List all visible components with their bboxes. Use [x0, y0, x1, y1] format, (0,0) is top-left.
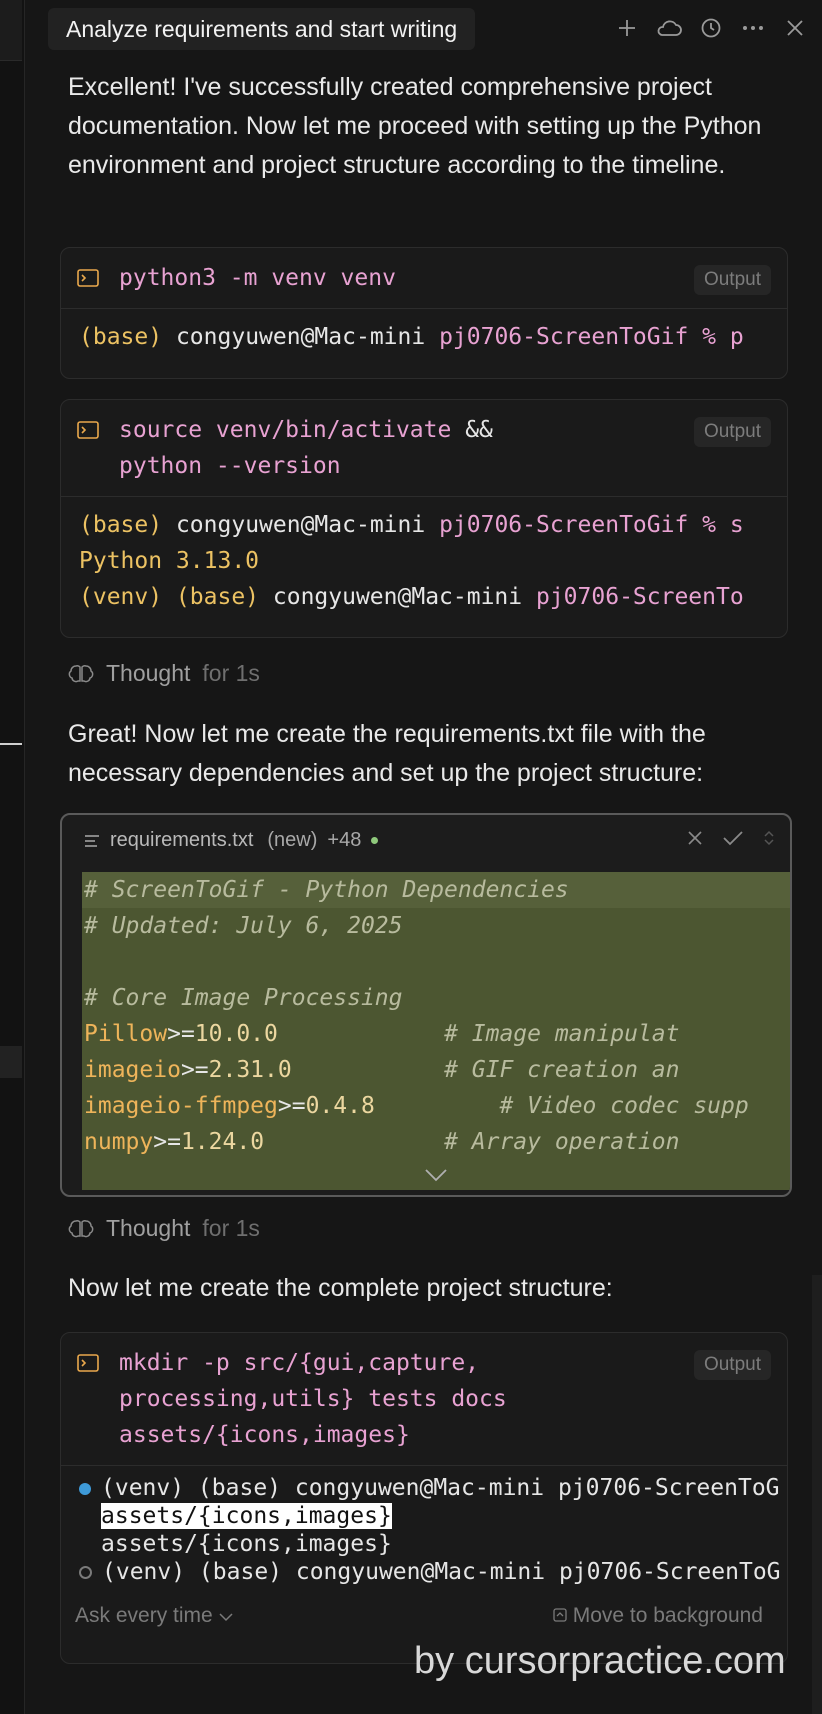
- output-line: (base) congyuwen@Mac-mini pj0706-ScreenT…: [79, 512, 744, 538]
- status-dot: [371, 837, 379, 844]
- output-line: assets/{icons,images}: [101, 1531, 392, 1557]
- highlighted-text: assets/{icons,images}: [101, 1503, 392, 1529]
- editor-line-marker: [0, 743, 22, 745]
- chat-title[interactable]: Analyze requirements and start writing: [48, 8, 476, 50]
- output-line: (base) congyuwen@Mac-mini pj0706-ScreenT…: [79, 324, 744, 350]
- terminal-block: python3 -m venv venv Output (base) congy…: [60, 247, 788, 379]
- assistant-message: Now let me create the complete project s…: [68, 1274, 613, 1302]
- approval-dropdown[interactable]: Ask every time: [75, 1604, 233, 1628]
- file-name: requirements.txt: [110, 829, 254, 851]
- command-footer: Ask every time Move to background: [61, 1598, 787, 1642]
- chevron-down-icon: [219, 1613, 233, 1622]
- terminal-output: (base) congyuwen@Mac-mini pj0706-ScreenT…: [61, 309, 787, 367]
- output-button[interactable]: Output: [693, 265, 771, 295]
- accept-icon[interactable]: [722, 829, 744, 847]
- file-header[interactable]: requirements.txt (new) +48: [84, 829, 379, 852]
- brain-icon: [68, 1219, 94, 1237]
- output-line: Python 3.13.0: [79, 548, 260, 574]
- history-icon[interactable]: [698, 14, 724, 42]
- terminal-output: (base) congyuwen@Mac-mini pj0706-ScreenT…: [61, 497, 787, 627]
- command-header: python3 -m venv venv Output: [61, 248, 787, 309]
- code-line: # ScreenToGif - Python Dependencies: [82, 872, 790, 908]
- code-line: imageio-ffmpeg>=0.4.8 # Video codec supp: [84, 1093, 749, 1119]
- background-icon: [553, 1608, 567, 1622]
- terminal-output: (venv) (base) congyuwen@Mac-mini pj0706-…: [61, 1466, 787, 1598]
- terminal-block: source venv/bin/activate && python --vers…: [60, 399, 788, 638]
- running-dot: [79, 1482, 91, 1495]
- editor-left-edge: [0, 0, 25, 1714]
- terminal-block: mkdir -p src/{gui,capture, processing,ut…: [60, 1332, 788, 1664]
- file-actions: [686, 829, 776, 847]
- code-line: numpy>=1.24.0 # Array operation: [84, 1129, 680, 1155]
- terminal-icon: [77, 421, 99, 439]
- chat-header: Analyze requirements and start writing: [24, 0, 822, 60]
- header-actions: [614, 14, 808, 42]
- expand-collapse-icon[interactable]: [762, 829, 776, 847]
- output-button[interactable]: Output: [693, 417, 771, 447]
- move-to-background-button[interactable]: Move to background: [553, 1604, 763, 1628]
- code-diff: # ScreenToGif - Python Dependencies # Up…: [82, 872, 790, 1190]
- cloud-icon[interactable]: [656, 14, 682, 42]
- assistant-message: Great! Now let me create the requirement…: [68, 720, 706, 787]
- close-icon[interactable]: [782, 14, 808, 42]
- file-status: (new): [267, 829, 318, 851]
- idle-dot: [79, 1566, 92, 1579]
- terminal-icon: [77, 269, 99, 287]
- output-button[interactable]: Output: [693, 1350, 771, 1380]
- command-header: source venv/bin/activate && python --vers…: [61, 400, 787, 497]
- command-header: mkdir -p src/{gui,capture, processing,ut…: [61, 1333, 787, 1466]
- watermark: by cursorpractice.com: [414, 1640, 786, 1682]
- output-line: (venv) (base) congyuwen@Mac-mini pj0706-…: [79, 584, 744, 610]
- scrollbar[interactable]: [812, 1275, 822, 1714]
- assistant-message: Excellent! I've successfully created com…: [68, 73, 762, 179]
- output-line: (venv) (base) congyuwen@Mac-mini pj0706-…: [79, 1474, 780, 1502]
- lines-added: +48: [327, 829, 362, 851]
- code-line: Pillow>=10.0.0 # Image manipulat: [84, 1021, 680, 1047]
- more-icon[interactable]: [740, 14, 766, 42]
- thought-label: Thought: [106, 660, 191, 686]
- terminal-icon: [77, 1354, 99, 1372]
- thought-indicator[interactable]: Thought for 1s: [68, 1215, 260, 1242]
- code-line: imageio>=2.31.0 # GIF creation an: [84, 1057, 680, 1083]
- code-line: # Core Image Processing: [84, 985, 403, 1011]
- file-diff-card: requirements.txt (new) +48 # ScreenToGif…: [60, 813, 792, 1197]
- chevron-down-icon[interactable]: [424, 1168, 448, 1182]
- editor-selection-stub: [0, 1046, 22, 1078]
- thought-indicator[interactable]: Thought for 1s: [68, 660, 260, 687]
- command-text[interactable]: source venv/bin/activate && python --vers…: [119, 412, 667, 484]
- file-lines-icon: [85, 834, 99, 847]
- editor-tab-stub[interactable]: [0, 0, 22, 61]
- command-text[interactable]: mkdir -p src/{gui,capture, processing,ut…: [119, 1345, 667, 1453]
- output-line: (venv) (base) congyuwen@Mac-mini pj0706-…: [79, 1558, 781, 1586]
- thought-label: Thought: [106, 1215, 191, 1241]
- command-text[interactable]: python3 -m venv venv: [119, 260, 667, 296]
- brain-icon: [68, 664, 94, 682]
- code-line: # Updated: July 6, 2025: [84, 913, 403, 939]
- reject-icon[interactable]: [686, 829, 704, 847]
- thought-duration: for 1s: [202, 660, 260, 686]
- thought-duration: for 1s: [202, 1215, 260, 1241]
- output-line: assets/{icons,images}: [79, 1502, 771, 1530]
- plus-icon[interactable]: [614, 14, 640, 42]
